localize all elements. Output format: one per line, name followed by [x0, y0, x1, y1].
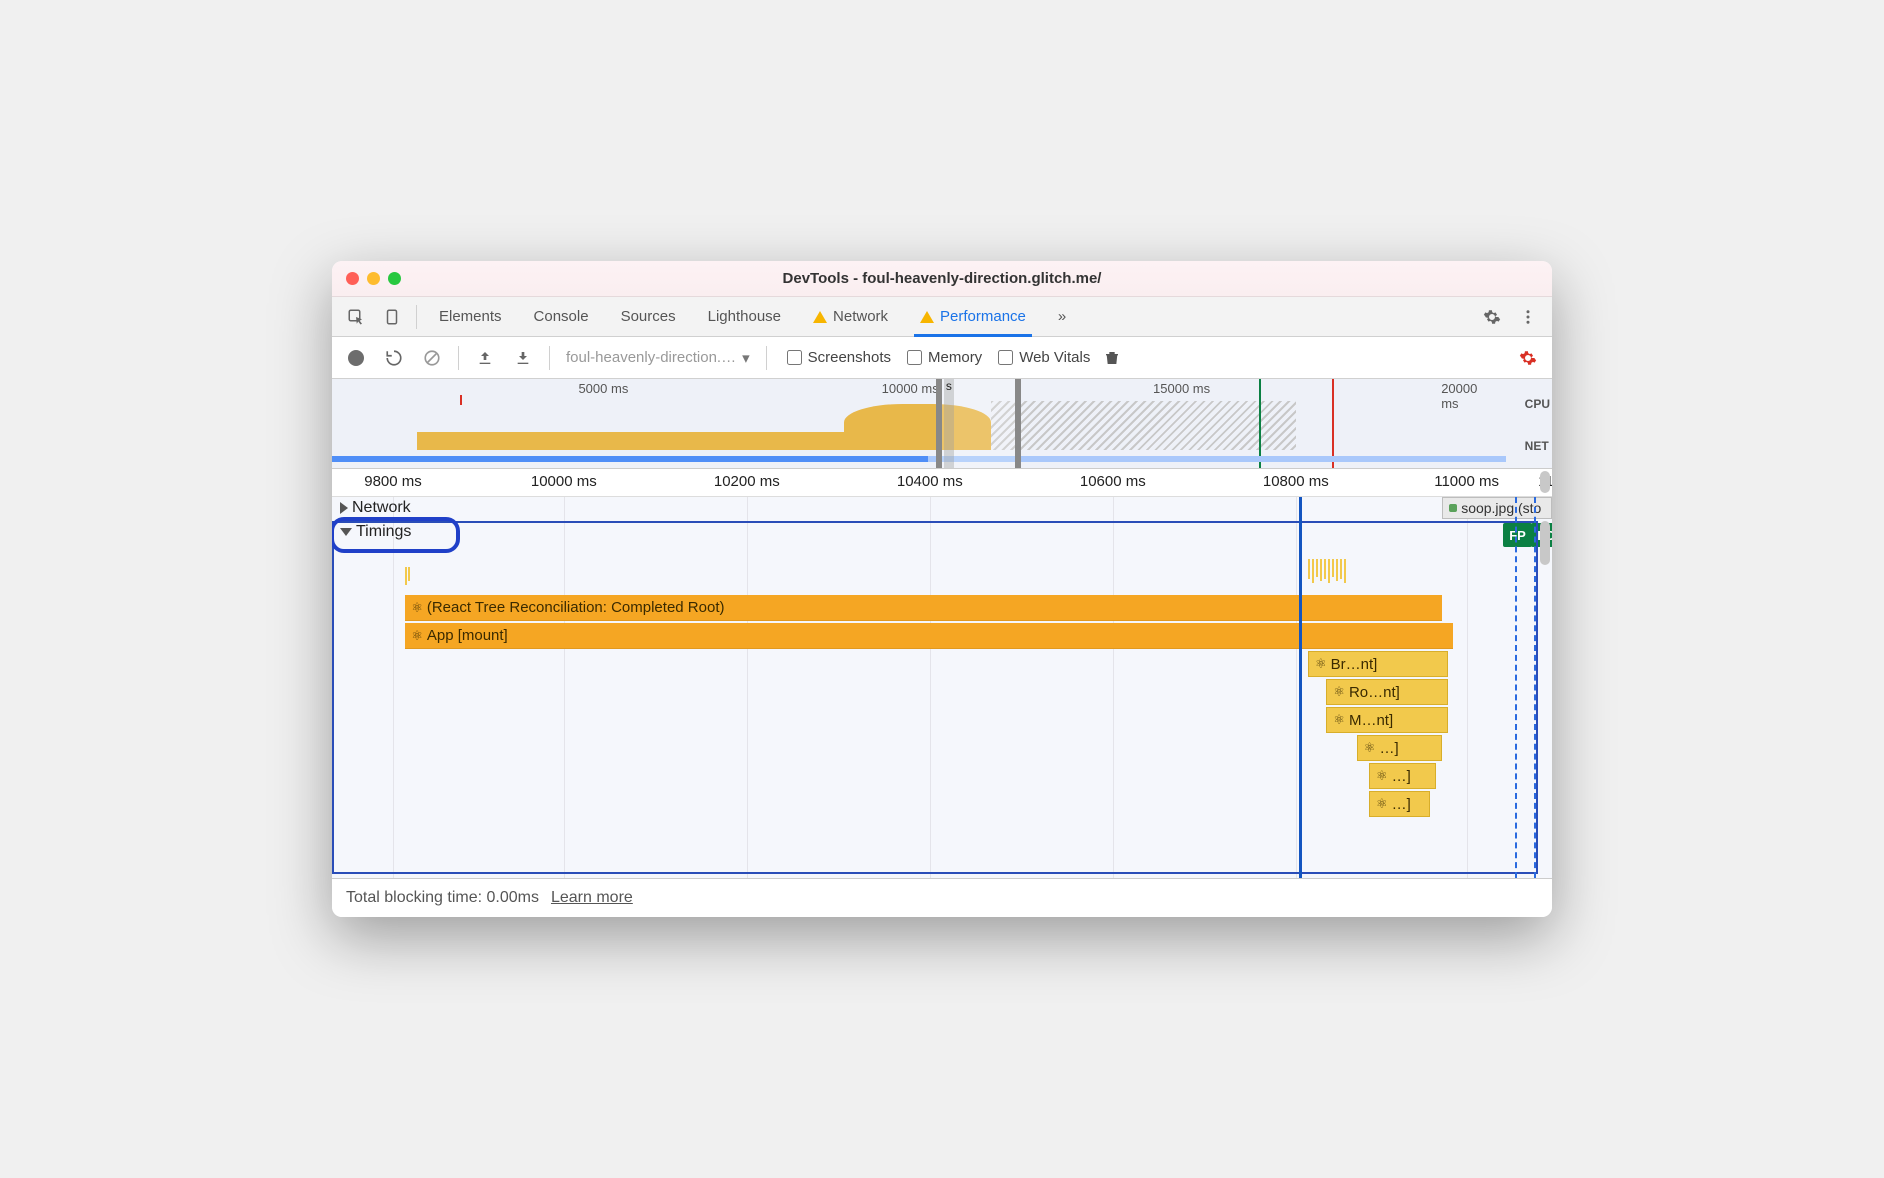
- current-time-marker[interactable]: [1299, 497, 1302, 878]
- save-profile-button[interactable]: [507, 342, 539, 374]
- window-title: DevTools - foul-heavenly-direction.glitc…: [332, 270, 1552, 287]
- clear-button[interactable]: [416, 342, 448, 374]
- react-icon: ⚛: [1376, 768, 1388, 784]
- chevron-down-icon: [340, 528, 352, 536]
- warning-icon: [813, 311, 827, 323]
- profile-select[interactable]: foul-heavenly-direction.…▾: [560, 349, 756, 367]
- react-icon: ⚛: [411, 600, 423, 616]
- scrollbar-thumb[interactable]: [1540, 521, 1550, 565]
- net-overview: [332, 454, 1512, 464]
- record-button[interactable]: [340, 342, 372, 374]
- timings-track-header[interactable]: Timings: [334, 521, 417, 543]
- devtools-window: DevTools - foul-heavenly-direction.glitc…: [332, 261, 1552, 917]
- cpu-activity: [417, 432, 881, 450]
- timing-marker-line: [1534, 497, 1536, 878]
- memory-checkbox[interactable]: Memory: [907, 349, 982, 366]
- timings-track-label: Timings: [356, 523, 411, 541]
- flame-bar[interactable]: ⚛(React Tree Reconciliation: Completed R…: [405, 595, 1442, 621]
- scrollbar-thumb[interactable]: [1540, 471, 1550, 493]
- flame-bar[interactable]: ⚛…]: [1369, 763, 1436, 789]
- chevron-right-icon: [340, 502, 348, 514]
- minimize-icon[interactable]: [367, 272, 380, 285]
- react-icon: ⚛: [411, 628, 423, 644]
- settings-icon[interactable]: [1476, 301, 1508, 333]
- react-icon: ⚛: [1315, 656, 1327, 672]
- fp-badge[interactable]: FP: [1503, 523, 1532, 547]
- react-icon: ⚛: [1364, 740, 1376, 756]
- webvitals-checkbox[interactable]: Web Vitals: [998, 349, 1090, 366]
- kebab-menu-icon[interactable]: [1512, 301, 1544, 333]
- overview-viewport[interactable]: s: [936, 379, 1021, 468]
- timing-marker-line: [1515, 497, 1517, 878]
- capture-settings-icon[interactable]: [1512, 342, 1544, 374]
- overview-timeline[interactable]: 5000 ms 10000 ms 15000 ms 20000 ms CPU N…: [332, 379, 1552, 469]
- titlebar: DevTools - foul-heavenly-direction.glitc…: [332, 261, 1552, 297]
- zoom-icon[interactable]: [388, 272, 401, 285]
- react-icon: ⚛: [1376, 796, 1388, 812]
- long-task-marker: [460, 395, 462, 405]
- perf-toolbar: foul-heavenly-direction.…▾ Screenshots M…: [332, 337, 1552, 379]
- overview-lane-labels: CPU NET: [1525, 397, 1550, 453]
- react-icon: ⚛: [1333, 684, 1345, 700]
- user-timing-marks: [1308, 559, 1346, 583]
- chevron-down-icon: ▾: [742, 349, 750, 367]
- tab-lighthouse[interactable]: Lighthouse: [694, 297, 795, 336]
- flame-chart[interactable]: Network soop.jpg (sto Timings FP FCP: [332, 497, 1552, 879]
- flame-bar[interactable]: ⚛Br…nt]: [1308, 651, 1448, 677]
- separator: [416, 305, 417, 329]
- blocking-time-label: Total blocking time: 0.00ms: [346, 889, 539, 907]
- flame-bar[interactable]: ⚛Ro…nt]: [1326, 679, 1448, 705]
- status-bar: Total blocking time: 0.00ms Learn more: [332, 879, 1552, 917]
- time-ruler[interactable]: 9800 ms 10000 ms 10200 ms 10400 ms 10600…: [332, 469, 1552, 497]
- network-track-header[interactable]: Network: [334, 497, 417, 519]
- cpu-hatch: [991, 401, 1296, 450]
- user-timing-marks: [405, 567, 410, 585]
- tab-network[interactable]: Network: [799, 297, 902, 336]
- tab-performance[interactable]: Performance: [906, 297, 1040, 336]
- window-controls: [346, 272, 401, 285]
- flame-bar[interactable]: ⚛…]: [1369, 791, 1430, 817]
- resource-type-icon: [1449, 504, 1457, 512]
- trash-button[interactable]: [1096, 342, 1128, 374]
- screenshots-checkbox[interactable]: Screenshots: [787, 349, 891, 366]
- tabs-overflow[interactable]: »: [1044, 297, 1080, 336]
- overview-ticks: 5000 ms 10000 ms 15000 ms 20000 ms: [332, 381, 1512, 397]
- flame-bar[interactable]: ⚛App [mount]: [405, 623, 1453, 649]
- flame-bar[interactable]: ⚛…]: [1357, 735, 1442, 761]
- tab-console[interactable]: Console: [520, 297, 603, 336]
- reload-button[interactable]: [378, 342, 410, 374]
- separator: [549, 346, 550, 370]
- network-track-label: Network: [352, 499, 411, 517]
- tab-sources[interactable]: Sources: [607, 297, 690, 336]
- react-icon: ⚛: [1333, 712, 1345, 728]
- inspect-icon[interactable]: [340, 301, 372, 333]
- separator: [766, 346, 767, 370]
- tab-elements[interactable]: Elements: [425, 297, 516, 336]
- close-icon[interactable]: [346, 272, 359, 285]
- viewport-handle[interactable]: s: [944, 379, 954, 468]
- flame-bar[interactable]: ⚛M…nt]: [1326, 707, 1448, 733]
- learn-more-link[interactable]: Learn more: [551, 889, 633, 907]
- panel-tabs: Elements Console Sources Lighthouse Netw…: [332, 297, 1552, 337]
- warning-icon: [920, 311, 934, 323]
- separator: [458, 346, 459, 370]
- device-toggle-icon[interactable]: [376, 301, 408, 333]
- load-profile-button[interactable]: [469, 342, 501, 374]
